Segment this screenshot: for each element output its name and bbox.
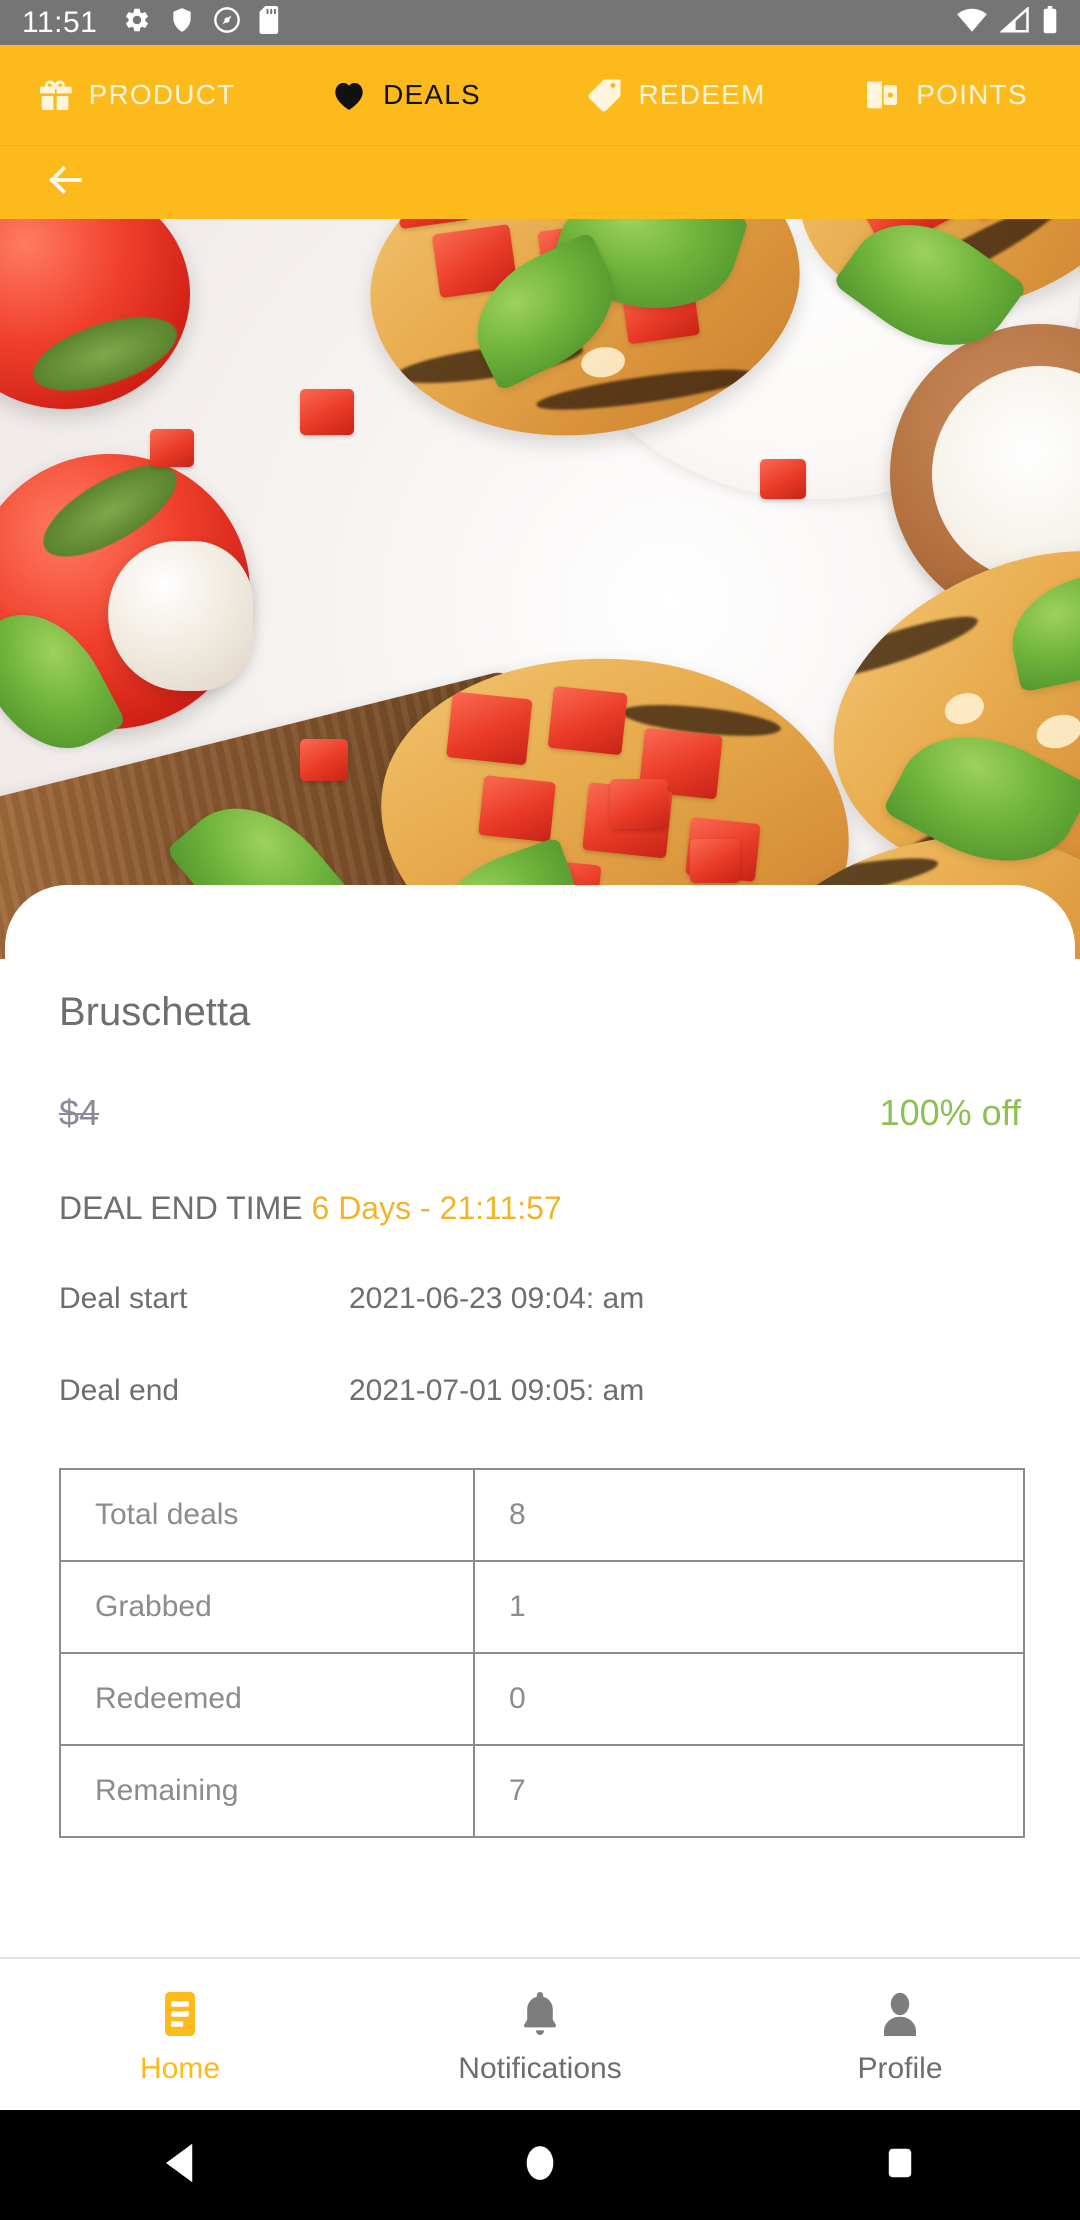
bottom-nav-item-notifications[interactable]: Notifications (360, 1986, 720, 2084)
sd-card-icon (259, 6, 281, 39)
stat-label: Total deals (59, 1468, 475, 1562)
bottom-nav-notifications-label: Notifications (458, 2051, 622, 2085)
android-q-icon (213, 6, 241, 39)
home-circle-icon (522, 2141, 558, 2190)
shield-icon (169, 6, 195, 39)
tab-redeem[interactable]: REDEEM (540, 45, 810, 145)
tab-redeem-label: REDEEM (638, 79, 766, 110)
stat-value: 8 (473, 1468, 1025, 1562)
deal-end-time-label: DEAL END TIME (59, 1190, 303, 1226)
status-bar-clock: 11:51 (22, 5, 98, 39)
tab-deals[interactable]: DEALS (270, 45, 540, 145)
stat-value: 1 (473, 1560, 1025, 1654)
app-bar (0, 145, 1080, 219)
stat-label: Remaining (59, 1744, 475, 1838)
bottom-nav-item-profile[interactable]: Profile (720, 1986, 1080, 2084)
status-bar-left-icons (123, 6, 281, 39)
system-recents-button[interactable] (840, 2110, 960, 2220)
cell-signal-icon (999, 5, 1030, 38)
detail-card: Bruschetta $4 100% off DEAL END TIME 6 D… (5, 885, 1075, 1957)
page-title: Bruschetta (59, 990, 251, 1034)
deal-end-time-value: 6 Days - 21:11:57 (311, 1190, 562, 1226)
stat-label: Grabbed (59, 1560, 475, 1654)
price-row: $4 100% off (59, 1092, 1021, 1134)
back-triangle-icon (162, 2142, 198, 2189)
original-price: $4 (59, 1092, 100, 1133)
deal-start-row: Deal start 2021-06-23 09:04: am (59, 1282, 1021, 1316)
tab-points-label: POINTS (916, 79, 1028, 110)
tab-product[interactable]: PRODUCT (0, 45, 270, 145)
bottom-nav-item-home[interactable]: Home (0, 1986, 360, 2084)
status-bar-right-icons (956, 5, 1058, 39)
deal-start-value: 2021-06-23 09:04: am (349, 1282, 645, 1315)
deal-end-row: Deal end 2021-07-01 09:05: am (59, 1374, 1021, 1408)
gift-icon (35, 75, 75, 115)
product-image (0, 219, 1080, 959)
phone-screen: 11:51 PRODUCT DEALS REDEEM POINTS Brusch… (0, 0, 1080, 2220)
deal-stats-table: Total deals 8 Grabbed 1 Redeemed 0 Remai… (59, 1468, 1025, 1838)
status-bar: 11:51 (0, 0, 1080, 45)
table-row: Redeemed 0 (59, 1652, 1025, 1746)
wallet-icon (862, 75, 902, 115)
deal-end-countdown: DEAL END TIME 6 Days - 21:11:57 (59, 1192, 1021, 1224)
back-button[interactable] (36, 152, 96, 212)
person-icon (876, 1986, 924, 2042)
deal-start-label: Deal start (59, 1282, 188, 1315)
bruschetta-photo (0, 219, 1080, 959)
deal-end-label: Deal end (59, 1374, 180, 1407)
top-tab-bar: PRODUCT DEALS REDEEM POINTS (0, 45, 1080, 145)
table-row: Total deals 8 (59, 1468, 1025, 1562)
bottom-navigation: Home Notifications Profile (0, 1957, 1080, 2110)
stat-value: 7 (473, 1744, 1025, 1838)
wifi-icon (956, 7, 988, 38)
battery-icon (1042, 6, 1058, 39)
bell-icon (516, 1986, 564, 2042)
android-system-nav (0, 2110, 1080, 2220)
system-back-button[interactable] (120, 2110, 240, 2220)
table-row: Grabbed 1 (59, 1560, 1025, 1654)
bottom-nav-home-label: Home (139, 2051, 221, 2085)
stat-label: Redeemed (59, 1652, 475, 1746)
tab-points[interactable]: POINTS (810, 45, 1080, 145)
tag-icon (585, 75, 625, 115)
tab-deals-label: DEALS (383, 79, 481, 110)
table-row: Remaining 7 (59, 1744, 1025, 1838)
heart-icon (329, 75, 369, 115)
stat-value: 0 (473, 1652, 1025, 1746)
tab-product-label: PRODUCT (88, 79, 236, 110)
bottom-nav-profile-label: Profile (857, 2051, 943, 2085)
gear-icon (123, 6, 151, 39)
recents-square-icon (883, 2142, 917, 2189)
system-home-button[interactable] (480, 2110, 600, 2220)
arrow-left-icon (43, 159, 89, 206)
deal-end-value: 2021-07-01 09:05: am (349, 1374, 645, 1407)
list-card-icon (156, 1986, 204, 2042)
discount-badge: 100% off (879, 1092, 1021, 1133)
